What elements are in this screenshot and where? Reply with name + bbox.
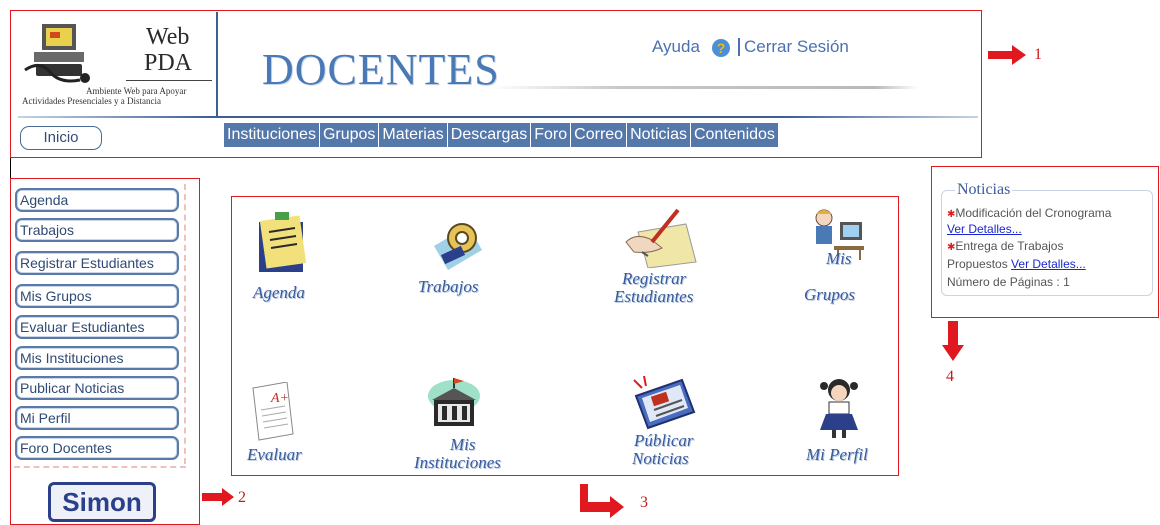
icon-label-grupos: Grupos (804, 285, 856, 304)
sidebar-item-publicar-noticias[interactable]: Publicar Noticias (15, 376, 179, 400)
nav-noticias[interactable]: Noticias (627, 123, 691, 147)
top-nav-bar: Instituciones Grupos Materias Descargas … (224, 123, 778, 147)
icon-label-evaluar: Evaluar (247, 445, 302, 464)
logo-subtitle-2: Actividades Presenciales y a Distancia (22, 96, 161, 106)
icon-tile-mi-perfil[interactable]: Mi Perfil (800, 376, 880, 466)
graded-paper-icon: A+ (252, 382, 294, 441)
icon-label-registrar: Registrar (622, 269, 687, 288)
callout-number-1: 1 (1034, 46, 1042, 63)
sidebar-item-registrar-estudiantes[interactable]: Registrar Estudiantes (15, 251, 179, 275)
news-item-2b: Propuestos Ver Detalles... (947, 257, 1086, 271)
sidebar-item-evaluar-estudiantes[interactable]: Evaluar Estudiantes (15, 315, 179, 339)
sidebar-item-mis-instituciones[interactable]: Mis Instituciones (15, 346, 179, 370)
nav-foro[interactable]: Foro (531, 123, 572, 147)
icon-tile-agenda[interactable]: Agenda (245, 212, 325, 312)
help-link[interactable]: Ayuda (652, 37, 700, 57)
simon-logo[interactable]: Simon (48, 482, 156, 522)
nav-correo[interactable]: Correo (571, 123, 628, 147)
news-page-count: Número de Páginas : 1 (947, 275, 1070, 289)
icon-label-estudiantes: Estudiantes (614, 287, 694, 306)
icon-tile-mis-grupos[interactable]: Mis Grupos (798, 206, 878, 310)
nav-descargas[interactable]: Descargas (447, 123, 532, 147)
icon-tile-registrar-estudiantes[interactable]: Registrar Estudiantes (612, 206, 722, 310)
icon-tile-trabajos[interactable]: Trabajos (408, 212, 508, 312)
logo-web-text: Web (146, 24, 190, 50)
sidebar-dashed-border (184, 184, 186, 464)
help-icon[interactable]: ? (711, 38, 731, 58)
logo-underline (126, 80, 212, 81)
logo-subtitle-1: Ambiente Web para Apoyar (86, 86, 187, 96)
agenda-icon (259, 212, 307, 272)
computer-logo-icon (24, 24, 90, 83)
news-item-1: ✱Modificación del Cronograma (947, 206, 1112, 220)
svg-text:A+: A+ (270, 391, 289, 406)
nav-materias[interactable]: Materias (379, 123, 448, 147)
title-underline (490, 86, 918, 89)
student-girl-icon (820, 379, 858, 438)
icon-label-trabajos: Trabajos (418, 277, 479, 296)
logo-pda-text: PDA (144, 50, 193, 76)
top-links-separator (738, 38, 740, 56)
sidebar-item-trabajos[interactable]: Trabajos (15, 218, 179, 242)
svg-text:?: ? (717, 40, 726, 56)
icon-tile-mis-instituciones[interactable]: Mis Instituciones (410, 376, 520, 472)
logout-link[interactable]: Cerrar Sesión (744, 37, 849, 57)
nav-grupos[interactable]: Grupos (319, 123, 380, 147)
icon-label-mis: Mis (826, 249, 852, 268)
icon-label-mis-2: Mis (450, 435, 476, 454)
tape-icon (434, 223, 482, 270)
callout-number-2: 2 (238, 489, 246, 506)
icon-label-noticias: Noticias (632, 449, 689, 468)
sidebar-item-mi-perfil[interactable]: Mi Perfil (15, 406, 179, 430)
icon-label-mi-perfil: Mi Perfil (806, 445, 868, 464)
icon-tile-evaluar[interactable]: A+ Evaluar (243, 382, 323, 466)
news-item-2: ✱Entrega de Trabajos (947, 239, 1064, 253)
newspaper-icon (633, 376, 696, 430)
news-title: Noticias (955, 181, 1013, 199)
sidebar-dashed-bottom (14, 466, 186, 468)
news-item-1-link[interactable]: Ver Detalles... (947, 222, 1022, 236)
callout-arrow-down-icon (942, 321, 964, 361)
news-item-1-link-line: Ver Detalles... (947, 222, 1022, 236)
icon-tile-publicar-noticias[interactable]: Públicar Noticias (622, 376, 722, 472)
callout-arrow-right-icon (202, 488, 234, 506)
sidebar-item-foro-docentes[interactable]: Foro Docentes (15, 436, 179, 460)
signing-hand-icon (625, 208, 697, 268)
home-button[interactable]: Inicio (20, 126, 102, 150)
webpda-logo[interactable]: Web PDA Ambiente Web para Apoyar Activid… (18, 18, 214, 118)
sidebar-item-mis-grupos[interactable]: Mis Grupos (15, 284, 179, 308)
callout-arrow-corner-icon (580, 484, 624, 518)
nav-instituciones[interactable]: Instituciones (224, 123, 320, 147)
callout-arrow-right-icon (988, 45, 1026, 65)
icon-label-instituciones: Instituciones (414, 453, 501, 472)
simon-logo-text: Simon (62, 487, 142, 517)
nav-contenidos[interactable]: Contenidos (690, 123, 778, 147)
logo-divider (216, 12, 218, 118)
icon-label-publicar: Públicar (634, 431, 694, 450)
header-rule (18, 116, 978, 118)
news-item-2-link[interactable]: Ver Detalles... (1011, 257, 1086, 271)
callout-number-3: 3 (640, 494, 648, 511)
callout-number-4: 4 (946, 368, 954, 385)
school-building-icon (428, 378, 480, 426)
icon-label-agenda: Agenda (253, 283, 305, 302)
page-title: DOCENTES (262, 45, 500, 94)
sidebar-item-agenda[interactable]: Agenda (15, 188, 179, 212)
